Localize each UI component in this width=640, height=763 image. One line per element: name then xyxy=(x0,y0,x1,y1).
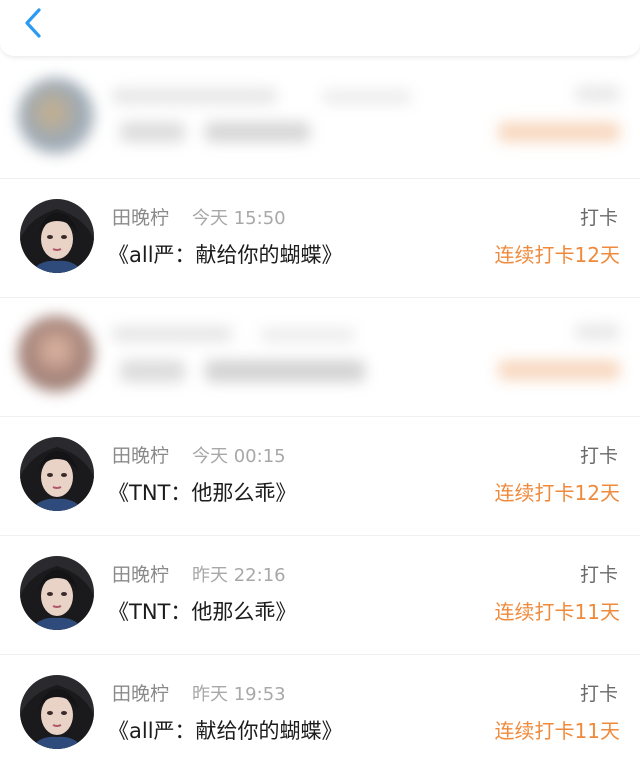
author-name[interactable]: 田晚柠 xyxy=(112,441,169,468)
post-time: 今天 00:15 xyxy=(192,446,286,467)
blurred-content xyxy=(0,60,640,178)
list-item[interactable]: 田晚柠 昨天 22:16 《TNT：他那么乖》 打卡 连续打卡11天 xyxy=(0,536,640,655)
avatar[interactable] xyxy=(20,675,94,749)
author-name[interactable]: 田晚柠 xyxy=(112,560,169,587)
work-title[interactable]: 《all严：献给你的蝴蝶》 xyxy=(108,239,343,269)
back-button[interactable] xyxy=(18,6,52,40)
streak-label: 连续打卡11天 xyxy=(494,719,620,743)
post-time: 昨天 19:53 xyxy=(192,684,286,705)
checkin-list-page: 田晚柠 今天 15:50 《all严：献给你的蝴蝶》 打卡 连续打卡12天 田晚… xyxy=(0,0,640,763)
checkin-tag: 打卡 xyxy=(579,445,618,467)
work-title[interactable]: 《all严：献给你的蝴蝶》 xyxy=(108,715,343,745)
streak-label: 连续打卡11天 xyxy=(494,600,620,624)
checkin-tag: 打卡 xyxy=(579,207,618,229)
checkin-list: 田晚柠 今天 15:50 《all严：献给你的蝴蝶》 打卡 连续打卡12天 田晚… xyxy=(0,60,640,763)
post-time: 昨天 22:16 xyxy=(192,565,286,586)
work-title[interactable]: 《TNT：他那么乖》 xyxy=(108,596,296,626)
avatar[interactable] xyxy=(20,199,94,273)
author-name[interactable]: 田晚柠 xyxy=(112,203,169,230)
checkin-tag: 打卡 xyxy=(579,564,618,586)
avatar[interactable] xyxy=(20,556,94,630)
post-time: 今天 15:50 xyxy=(192,208,286,229)
chevron-left-icon xyxy=(25,8,41,38)
avatar[interactable] xyxy=(20,437,94,511)
top-bar xyxy=(0,0,640,56)
list-item-blurred[interactable] xyxy=(0,298,640,417)
blurred-content xyxy=(0,298,640,416)
list-item[interactable]: 田晚柠 昨天 19:53 《all严：献给你的蝴蝶》 打卡 连续打卡11天 xyxy=(0,655,640,763)
streak-label: 连续打卡12天 xyxy=(494,481,620,505)
list-item[interactable]: 田晚柠 今天 15:50 《all严：献给你的蝴蝶》 打卡 连续打卡12天 xyxy=(0,179,640,298)
author-name[interactable]: 田晚柠 xyxy=(112,679,169,706)
work-title[interactable]: 《TNT：他那么乖》 xyxy=(108,477,296,507)
checkin-tag: 打卡 xyxy=(579,683,618,705)
list-item[interactable]: 田晚柠 今天 00:15 《TNT：他那么乖》 打卡 连续打卡12天 xyxy=(0,417,640,536)
streak-label: 连续打卡12天 xyxy=(494,243,620,267)
list-item-blurred[interactable] xyxy=(0,60,640,179)
